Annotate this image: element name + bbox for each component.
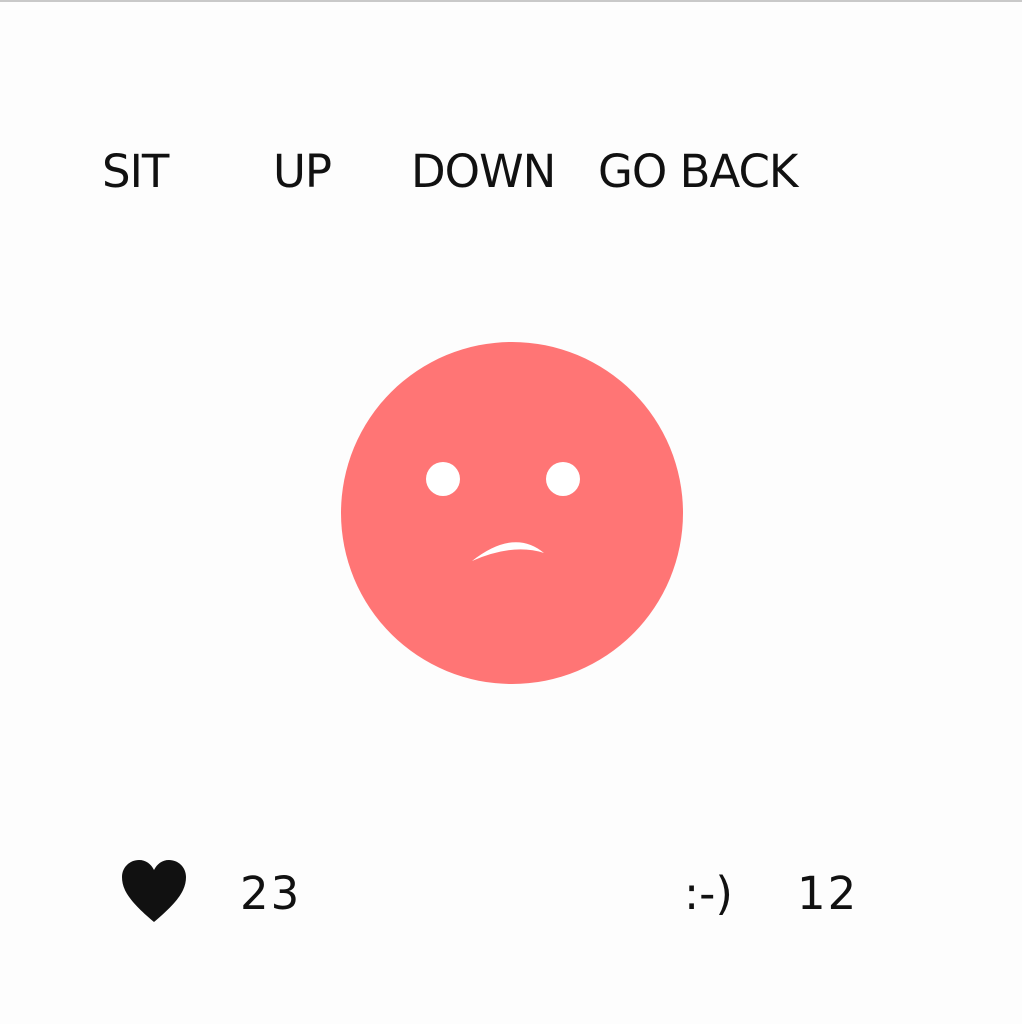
happiness-count: 12 xyxy=(797,867,859,920)
down-command[interactable]: DOWN xyxy=(411,144,556,200)
happiness-label: :-) xyxy=(684,867,733,920)
up-command[interactable]: UP xyxy=(273,144,332,200)
go-back-command[interactable]: GO BACK xyxy=(598,144,798,200)
love-count: 23 xyxy=(240,867,302,920)
heart-icon xyxy=(120,858,188,926)
left-eye xyxy=(426,462,460,496)
pet-face[interactable] xyxy=(341,342,683,684)
right-eye xyxy=(546,462,580,496)
top-border xyxy=(0,0,1022,2)
face-circle xyxy=(341,342,683,684)
sad-face-icon xyxy=(341,342,683,684)
sit-command[interactable]: SIT xyxy=(102,144,169,200)
